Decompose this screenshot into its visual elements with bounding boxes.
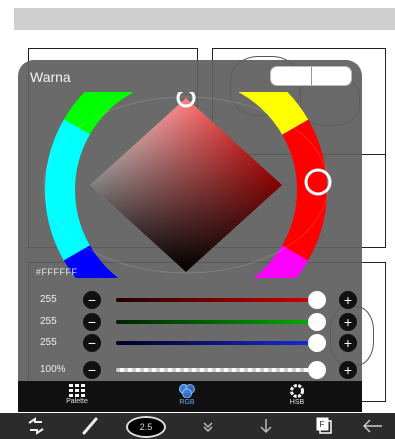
color-mode-tabs: Palette RGB HSB: [18, 381, 362, 412]
blue-increase-button[interactable]: +: [339, 334, 357, 352]
opacity-increase-button[interactable]: +: [339, 361, 357, 379]
collapse-button[interactable]: [186, 413, 230, 439]
hex-value: #FFFFFF: [36, 267, 78, 277]
brush-tool-button[interactable]: [68, 413, 112, 439]
transform-button[interactable]: [14, 413, 58, 439]
red-value: 255: [40, 294, 57, 305]
color-swatch-preview[interactable]: [270, 66, 352, 86]
header-band: [14, 8, 395, 30]
red-decrease-button[interactable]: −: [83, 291, 101, 309]
bottom-toolbar: 2.5 F: [0, 413, 395, 439]
opacity-slider-row: 100% − +: [36, 360, 358, 380]
tab-hsb-label: HSB: [289, 399, 305, 406]
blue-slider-knob[interactable]: [308, 334, 326, 352]
opacity-slider-track[interactable]: [116, 368, 316, 372]
blue-slider-row: 255 − +: [36, 333, 358, 353]
rgb-circles-icon: [179, 384, 195, 398]
tab-palette-label: Palette: [66, 398, 88, 405]
back-button[interactable]: [351, 413, 395, 439]
blue-slider-track[interactable]: [116, 341, 316, 345]
green-value: 255: [40, 316, 57, 327]
hue-wheel[interactable]: [30, 60, 348, 331]
red-increase-button[interactable]: +: [339, 291, 357, 309]
arrow-down-icon: [260, 419, 272, 434]
red-slider-row: 255 − +: [36, 290, 358, 310]
tab-rgb[interactable]: RGB: [152, 381, 222, 412]
green-decrease-button[interactable]: −: [83, 313, 101, 331]
red-slider-track[interactable]: [116, 298, 316, 302]
tab-hsb[interactable]: HSB: [262, 381, 332, 412]
hue-wheel-area[interactable]: [30, 60, 348, 331]
red-slider-knob[interactable]: [308, 291, 326, 309]
green-increase-button[interactable]: +: [339, 313, 357, 331]
blue-decrease-button[interactable]: −: [83, 334, 101, 352]
opacity-value: 100%: [40, 364, 66, 375]
svg-text:F: F: [320, 420, 325, 429]
brush-icon: [82, 417, 98, 435]
swatch-divider: [311, 67, 312, 85]
palette-grid-icon: [69, 384, 85, 397]
blue-value: 255: [40, 337, 57, 348]
dialog-title: Warna: [30, 69, 71, 85]
tab-rgb-label: RGB: [179, 399, 195, 406]
brush-size-indicator[interactable]: 2.5: [126, 416, 166, 438]
color-dialog: Warna #FFFFFF 255 − + 255 − + 255 − + 10…: [18, 60, 362, 412]
layers-button[interactable]: F: [302, 413, 346, 439]
chevron-down-icon: [203, 422, 213, 433]
green-slider-row: 255 − +: [36, 312, 358, 332]
layers-icon: F: [316, 417, 332, 434]
tab-palette[interactable]: Palette: [42, 381, 112, 412]
transform-icon: [28, 417, 44, 435]
opacity-decrease-button[interactable]: −: [83, 361, 101, 379]
opacity-slider-knob[interactable]: [308, 361, 326, 379]
back-arrow-icon: [362, 419, 382, 433]
green-slider-track[interactable]: [116, 320, 316, 324]
hsb-ring-icon: [290, 384, 304, 398]
green-slider-knob[interactable]: [308, 313, 326, 331]
arrow-down-button[interactable]: [244, 413, 288, 439]
